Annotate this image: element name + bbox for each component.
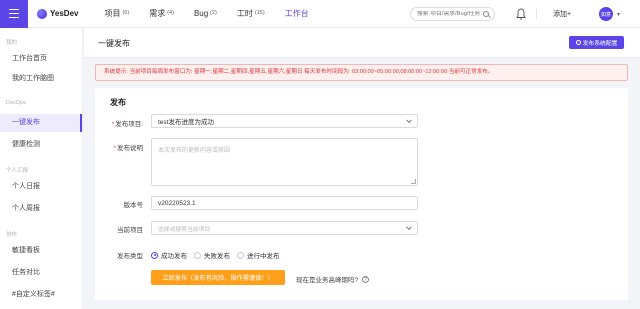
nav-label: 需求 bbox=[149, 9, 166, 18]
bell-icon[interactable] bbox=[516, 8, 526, 20]
sidebar-item-custom-tags[interactable]: #自定义标签# bbox=[0, 286, 82, 304]
app-name: YesDev bbox=[50, 9, 79, 18]
sidebar-item-weekly-report[interactable]: 个人周报 bbox=[0, 200, 82, 218]
release-window-notice: 系统提示: 当前项目每周发布窗口为: 星期一,星期二,星期四,星期五,星期六,星… bbox=[95, 64, 628, 81]
sidebar-item-task-compare[interactable]: 任务对比 bbox=[0, 264, 82, 282]
project-label: *发布项目: bbox=[112, 118, 143, 128]
search-input[interactable] bbox=[417, 11, 481, 17]
radio-failed-release[interactable]: 失败发布 bbox=[194, 250, 230, 260]
sidebar-item-daily-report[interactable]: 个人日报 bbox=[0, 178, 82, 196]
sidebar-group-label: DevOps bbox=[6, 100, 26, 106]
nav-item-workbench[interactable]: 工作台 bbox=[285, 8, 309, 19]
sidebar-group-label: 协作 bbox=[6, 232, 18, 238]
sidebar-group-label: 我的 bbox=[6, 40, 18, 46]
current-project-select[interactable]: 选择或搜索当前项目 bbox=[151, 221, 418, 235]
nav-item-requirements[interactable]: 需求 (4) bbox=[149, 8, 174, 19]
global-search bbox=[410, 7, 495, 21]
desc-label: *发布说明 bbox=[113, 142, 143, 152]
radio-in-progress-release[interactable]: 进行中发布 bbox=[237, 250, 280, 260]
nav-label: Bug bbox=[193, 9, 209, 18]
nav-item-projects[interactable]: 项目 (6) bbox=[104, 8, 129, 19]
question-icon[interactable]: ? bbox=[362, 275, 370, 283]
search-icon[interactable] bbox=[483, 11, 489, 17]
radio-selected-icon bbox=[151, 251, 158, 259]
publish-now-button[interactable]: 立即发布（发布有风险，操作需谨慎！） bbox=[151, 270, 285, 285]
peak-question-text: 现在是业务高峰期吗? bbox=[296, 277, 359, 284]
nav-label: 工时 bbox=[236, 9, 253, 18]
nav-count: (4) bbox=[167, 10, 174, 16]
peak-hint: 现在是业务高峰期吗? ? bbox=[296, 274, 370, 284]
add-button[interactable]: 添加+ bbox=[553, 9, 571, 19]
nav-label: 项目 bbox=[104, 9, 121, 18]
nav-item-worktime[interactable]: 工时 (15) bbox=[237, 8, 265, 19]
release-type-radio-group: 成功发布 失败发布 进行中发布 bbox=[151, 250, 280, 260]
radio-label: 成功发布 bbox=[161, 253, 187, 260]
main-nav: 项目 (6) 需求 (4) Bug (2) 工时 (15) 工作台 bbox=[104, 8, 328, 19]
nav-count: (2) bbox=[210, 10, 217, 16]
section-title: 发布 bbox=[110, 98, 126, 107]
release-description-textarea[interactable]: 本次发布的更新内容或原因 bbox=[151, 138, 418, 186]
version-value: v20220523.1 bbox=[158, 199, 196, 207]
project-select[interactable]: test发布进度为成功 bbox=[151, 114, 418, 128]
version-input[interactable]: v20220523.1 bbox=[151, 196, 418, 210]
menu-line bbox=[9, 8, 19, 11]
release-config-label: 发布系统配置 bbox=[582, 41, 618, 47]
release-type-label: 发布类型 bbox=[117, 253, 143, 260]
sidebar: 我的 工作台首页 我的工作脑图 DevOps 一键发布 健康检测 个人汇报 个人… bbox=[0, 28, 83, 309]
version-label: 版本号 bbox=[123, 202, 144, 209]
nav-count: (15) bbox=[254, 10, 265, 16]
divider bbox=[536, 9, 537, 19]
chevron-down-icon bbox=[406, 224, 412, 231]
sidebar-item-health-check[interactable]: 健康检测 bbox=[0, 136, 82, 154]
logo-icon bbox=[37, 8, 47, 19]
sidebar-item-kanban[interactable]: 敏捷看板 bbox=[0, 242, 82, 260]
top-navbar: YesDev 项目 (6) 需求 (4) Bug (2) 工时 (15) 工作台 bbox=[0, 0, 640, 28]
project-label-text: 发布项目: bbox=[115, 121, 143, 128]
current-project-label: 当前项目 bbox=[117, 227, 143, 234]
radio-label: 进行中发布 bbox=[247, 253, 280, 260]
required-mark: * bbox=[113, 145, 116, 152]
nav-count: (6) bbox=[122, 10, 130, 16]
page-header: 一键发布 发布系统配置 bbox=[84, 28, 640, 58]
sidebar-group-label: 个人汇报 bbox=[6, 168, 29, 174]
hamburger-menu-button[interactable] bbox=[0, 0, 28, 28]
required-mark: * bbox=[111, 121, 115, 128]
resize-handle-icon[interactable] bbox=[411, 179, 416, 184]
chevron-down-icon bbox=[406, 117, 412, 124]
desc-placeholder: 本次发布的更新内容或原因 bbox=[158, 148, 231, 154]
sidebar-item-workbench-home[interactable]: 工作台首页 bbox=[0, 50, 82, 68]
app-logo[interactable]: YesDev bbox=[37, 8, 79, 19]
current-project-placeholder: 选择或搜索当前项目 bbox=[158, 226, 211, 233]
menu-line bbox=[9, 12, 19, 15]
sidebar-item-one-click-release[interactable]: 一键发布 bbox=[0, 114, 82, 132]
release-config-button[interactable]: 发布系统配置 bbox=[569, 36, 624, 49]
radio-empty-icon bbox=[237, 251, 244, 259]
release-form-card: 发布 *发布项目: test发布进度为成功 *发布说明 本次发布的更新内容或原因… bbox=[95, 88, 628, 300]
radio-success-release[interactable]: 成功发布 bbox=[151, 250, 187, 260]
nav-item-bugs[interactable]: Bug (2) bbox=[194, 9, 217, 18]
chevron-down-icon[interactable]: ▾ bbox=[617, 11, 620, 18]
radio-empty-icon bbox=[194, 251, 201, 259]
radio-label: 失败发布 bbox=[204, 253, 230, 260]
desc-label-text: 发布说明 bbox=[117, 145, 143, 152]
project-select-value: test发布进度为成功 bbox=[158, 119, 214, 126]
gear-icon bbox=[575, 40, 581, 45]
menu-line bbox=[9, 16, 19, 19]
avatar[interactable]: 如意 bbox=[599, 7, 613, 21]
page-title: 一键发布 bbox=[98, 39, 130, 48]
sidebar-item-mindmap[interactable]: 我的工作脑图 bbox=[0, 70, 82, 88]
nav-label: 工作台 bbox=[284, 9, 309, 18]
